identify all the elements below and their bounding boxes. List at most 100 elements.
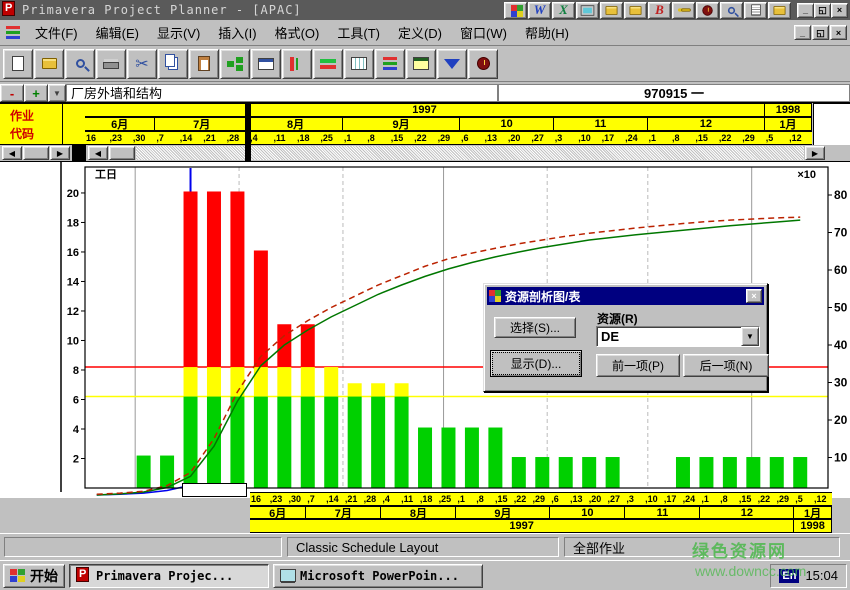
bar-chart-button[interactable] bbox=[313, 49, 343, 79]
resource-histogram-button[interactable] bbox=[282, 49, 312, 79]
print-button[interactable] bbox=[96, 49, 126, 79]
activity-table-button[interactable] bbox=[344, 49, 374, 79]
task-primavera[interactable]: Primavera Projec... bbox=[69, 564, 269, 588]
activity-edit-bar: - + ▼ 厂房外墙和结构 970915 一 bbox=[0, 84, 850, 103]
combobox-dropdown-icon[interactable]: ▼ bbox=[741, 327, 759, 346]
mdi-child-icon[interactable] bbox=[0, 23, 26, 43]
svg-text:6: 6 bbox=[73, 394, 79, 406]
svg-text:60: 60 bbox=[834, 263, 848, 277]
layout-name: Classic Schedule Layout bbox=[287, 537, 559, 557]
day-cell: ,8 bbox=[671, 132, 694, 144]
day-cell: ,17 bbox=[663, 493, 682, 505]
schedule-icon[interactable] bbox=[696, 2, 719, 19]
gantt-button[interactable] bbox=[375, 49, 405, 79]
mdi-restore-button[interactable]: ◱ bbox=[812, 25, 829, 40]
menu-window[interactable]: 窗口(W) bbox=[451, 19, 516, 46]
svg-text:2: 2 bbox=[73, 453, 79, 465]
windows-logo-icon bbox=[10, 569, 26, 583]
menu-file[interactable]: 文件(F) bbox=[26, 19, 87, 46]
select-button[interactable]: 选择(S)... bbox=[494, 317, 576, 338]
next-button[interactable]: 后一项(N) bbox=[683, 354, 769, 377]
dialog-close-button[interactable]: × bbox=[746, 289, 762, 303]
day-cell: ,7 bbox=[155, 132, 178, 144]
copy-button[interactable] bbox=[158, 49, 188, 79]
month-cell: 7月 bbox=[155, 118, 249, 130]
timescale-top[interactable]: 199719986月7月8月9月1011121月16,23,30,7,14,21… bbox=[0, 103, 850, 145]
folder-documents-icon[interactable] bbox=[600, 2, 623, 19]
day-cell: ,20 bbox=[588, 493, 607, 505]
start-button[interactable]: 开始 bbox=[3, 564, 65, 588]
pert-view-button[interactable] bbox=[220, 49, 250, 79]
cut-button[interactable]: ✂ bbox=[127, 49, 157, 79]
day-cell: ,18 bbox=[419, 493, 438, 505]
minimize-button[interactable]: _ bbox=[797, 3, 814, 18]
day-cell: ,7 bbox=[306, 493, 325, 505]
menu-help[interactable]: 帮助(H) bbox=[516, 19, 578, 46]
month-cell: 8月 bbox=[381, 507, 456, 518]
day-cell: ,3 bbox=[625, 493, 644, 505]
table-scroll-right-button[interactable]: ▶ bbox=[50, 146, 70, 160]
paste-button[interactable] bbox=[189, 49, 219, 79]
resource-profile-dialog: 资源剖析图/表 × 选择(S)... 显示(D)... 资源(R) DE ▼ 前… bbox=[483, 283, 768, 392]
menu-tools[interactable]: 工具(T) bbox=[328, 19, 389, 46]
office-logo-icon[interactable] bbox=[504, 2, 527, 19]
mdi-close-button[interactable]: × bbox=[830, 25, 847, 40]
chart-scroll-left-button[interactable]: ◀ bbox=[88, 146, 108, 160]
chart-scroll-thumb[interactable] bbox=[109, 146, 135, 160]
mdi-minimize-button[interactable]: _ bbox=[794, 25, 811, 40]
menu-edit[interactable]: 编辑(E) bbox=[87, 19, 148, 46]
day-cell: ,14 bbox=[179, 132, 202, 144]
previous-button[interactable]: 前一项(P) bbox=[596, 354, 680, 377]
resource-combobox[interactable]: DE ▼ bbox=[596, 326, 760, 347]
open-folder-icon[interactable] bbox=[768, 2, 791, 19]
notes-icon[interactable] bbox=[744, 2, 767, 19]
key-icon[interactable] bbox=[672, 2, 695, 19]
horizontal-scrollbar-row: ◀ ▶ ◀ ▶ bbox=[0, 145, 850, 162]
chart-scroll-right-button[interactable]: ▶ bbox=[805, 146, 825, 160]
day-cell: ,18 bbox=[296, 132, 319, 144]
menu-insert[interactable]: 插入(I) bbox=[209, 19, 265, 46]
pane-corner-box[interactable] bbox=[182, 483, 247, 497]
day-cell: ,20 bbox=[507, 132, 530, 144]
binder-icon[interactable]: B bbox=[648, 2, 671, 19]
day-cell: ,5 bbox=[794, 493, 813, 505]
close-button[interactable]: × bbox=[831, 3, 848, 18]
display-button[interactable]: 显示(D)... bbox=[490, 350, 582, 377]
app-icon[interactable] bbox=[2, 3, 18, 17]
open-button[interactable] bbox=[34, 49, 64, 79]
minus-button[interactable]: - bbox=[0, 84, 24, 102]
task-powerpoint[interactable]: Microsoft PowerPoin... bbox=[273, 564, 483, 588]
calendar-button[interactable] bbox=[406, 49, 436, 79]
menu-view[interactable]: 显示(V) bbox=[148, 19, 209, 46]
day-cell: ,24 bbox=[682, 493, 701, 505]
day-cell: ,1 bbox=[343, 132, 366, 144]
watermark-line2: www.downcc.com bbox=[695, 563, 806, 579]
menu-define[interactable]: 定义(D) bbox=[389, 19, 451, 46]
activity-form-button[interactable] bbox=[251, 49, 281, 79]
timescale-bottom[interactable]: 16,23,30,7,14,21,28,4,11,18,25,1,8,15,22… bbox=[250, 492, 832, 533]
activity-name-field[interactable]: 厂房外墙和结构 bbox=[66, 84, 498, 102]
dialog-title-bar[interactable]: 资源剖析图/表 × bbox=[487, 287, 764, 305]
table-scroll-left-button[interactable]: ◀ bbox=[2, 146, 22, 160]
filter-button[interactable] bbox=[437, 49, 467, 79]
month-cell: 10 bbox=[460, 118, 554, 130]
year-cell: 1998 bbox=[765, 104, 812, 116]
folder-tools-icon[interactable] bbox=[624, 2, 647, 19]
day-cell: ,4 bbox=[381, 493, 400, 505]
day-cell: ,29 bbox=[741, 132, 764, 144]
year-cell: 1997 bbox=[85, 104, 765, 116]
plus-button[interactable]: + bbox=[24, 84, 48, 102]
word-icon[interactable]: W bbox=[528, 2, 551, 19]
dropdown-button[interactable]: ▼ bbox=[48, 84, 66, 102]
menu-format[interactable]: 格式(O) bbox=[266, 19, 329, 46]
clock-button[interactable] bbox=[468, 49, 498, 79]
print-preview-button[interactable] bbox=[65, 49, 95, 79]
table-scroll-thumb[interactable] bbox=[23, 146, 49, 160]
excel-icon[interactable]: X bbox=[552, 2, 575, 19]
restore-button[interactable]: ◱ bbox=[814, 3, 831, 18]
chart-scroll-track[interactable] bbox=[136, 146, 804, 160]
pane-divider[interactable] bbox=[245, 103, 251, 162]
find-icon[interactable] bbox=[720, 2, 743, 19]
new-button[interactable] bbox=[3, 49, 33, 79]
powerpoint-icon[interactable] bbox=[576, 2, 599, 19]
